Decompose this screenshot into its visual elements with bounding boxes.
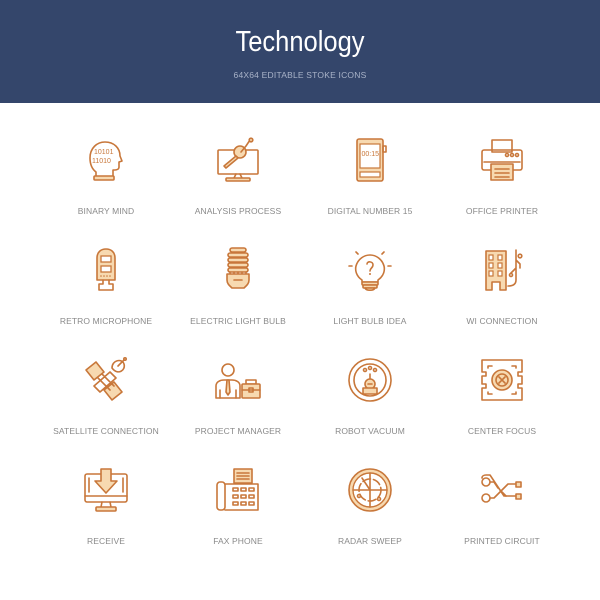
icon-card-analysis-process: ANALYSIS PROCESS [163,103,313,216]
icon-card-digital-number-15: 00:15 DIGITAL NUMBER 15 [295,103,445,216]
svg-text:10101: 10101 [94,149,114,156]
icon-card-wi-connection: WI CONNECTION [427,213,577,326]
header-banner: Technology 64X64 EDITABLE STOKE ICONS [0,0,600,103]
icon-card-radar-sweep: RADAR SWEEP [295,433,445,546]
digital-number-icon: 00:15 [346,136,394,184]
printed-circuit-icon [478,466,526,514]
icon-label: PRINTED CIRCUIT [464,536,540,546]
icon-card-robot-vacuum: ROBOT VACUUM [295,323,445,436]
satellite-connection-icon [82,356,130,404]
page-subtitle: 64X64 EDITABLE STOKE ICONS [233,70,367,80]
project-manager-icon [214,356,262,404]
icon-label: RECEIVE [86,536,126,546]
svg-text:11010: 11010 [92,158,111,165]
icon-card-project-manager: PROJECT MANAGER [163,323,313,436]
analysis-process-icon [214,136,262,184]
icon-card-retro-microphone: RETRO MICROPHONE [31,213,181,326]
radar-sweep-icon [346,466,394,514]
icon-card-electric-light-bulb: ELECTRIC LIGHT BULB [163,213,313,326]
page-title: Technology [235,26,365,58]
icon-card-office-printer: OFFICE PRINTER [427,103,577,216]
wi-connection-icon [478,246,526,294]
fax-phone-icon [214,466,262,514]
receive-icon [82,466,130,514]
icon-card-light-bulb-idea: LIGHT BULB IDEA [295,213,445,326]
icon-card-center-focus: CENTER FOCUS [427,323,577,436]
robot-vacuum-icon [346,356,394,404]
office-printer-icon [478,136,526,184]
icon-card-printed-circuit: PRINTED CIRCUIT [427,433,577,546]
light-bulb-idea-icon [346,246,394,294]
electric-light-bulb-icon [214,246,262,294]
center-focus-icon [478,356,526,404]
icon-card-satellite-connection: SATELLITE CONNECTION [31,323,181,436]
icon-card-receive: RECEIVE [31,433,181,546]
icon-label: FAX PHONE [213,536,263,546]
icon-label: RADAR SWEEP [338,536,402,546]
retro-microphone-icon [82,246,130,294]
icon-card-binary-mind: 10101 11010 BINARY MIND [31,103,181,216]
binary-mind-icon: 10101 11010 [82,136,130,184]
icon-card-fax-phone: FAX PHONE [163,433,313,546]
digital-display-text: 00:15 [362,151,380,158]
